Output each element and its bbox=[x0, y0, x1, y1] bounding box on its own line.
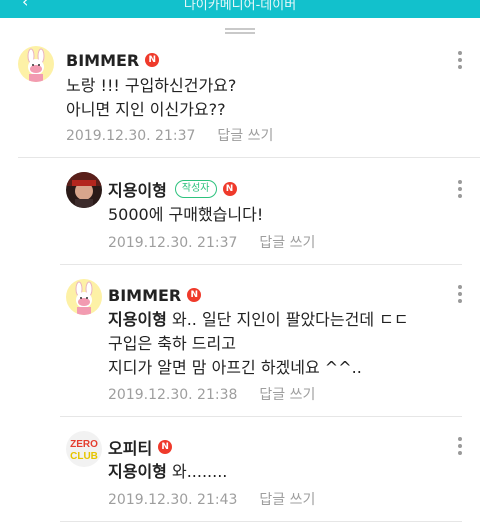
naver-badge-icon: N bbox=[222, 182, 237, 196]
comment-meta: 2019.12.30. 21:38 답글 쓰기 bbox=[108, 384, 315, 404]
writer-tag: 작성자 bbox=[174, 180, 217, 198]
reply-button[interactable]: 답글 쓰기 bbox=[259, 492, 315, 508]
comment-text: 5000에 구매했습니다! bbox=[108, 205, 264, 224]
avatar-bimmer[interactable] bbox=[18, 46, 54, 82]
avatar-bimmer[interactable] bbox=[66, 279, 102, 315]
more-options-icon[interactable] bbox=[456, 180, 464, 200]
zeroclub-logo-bottom: CLUB bbox=[70, 451, 98, 462]
naver-badge-icon: N bbox=[187, 288, 202, 302]
comment-date: 2019.12.30. 21:38 bbox=[108, 387, 238, 403]
naver-badge-icon: N bbox=[158, 440, 173, 454]
divider bbox=[60, 264, 462, 265]
divider bbox=[60, 416, 462, 417]
comment-author[interactable]: BIMMER bbox=[66, 51, 139, 70]
mention[interactable]: 지용이형 bbox=[108, 462, 167, 481]
avatar-writer[interactable] bbox=[66, 172, 102, 208]
reply-button[interactable]: 답글 쓰기 bbox=[259, 387, 315, 403]
comment-meta: 2019.12.30. 21:37 답글 쓰기 bbox=[66, 125, 273, 145]
divider bbox=[60, 521, 462, 522]
comment-author[interactable]: 지용이형 bbox=[108, 177, 167, 201]
divider bbox=[18, 157, 480, 158]
comment-text: 지용이형 와........ bbox=[108, 462, 228, 481]
reply-button[interactable]: 답글 쓰기 bbox=[259, 235, 315, 251]
more-options-icon[interactable] bbox=[456, 437, 464, 457]
comment-date: 2019.12.30. 21:43 bbox=[108, 492, 238, 508]
reply-button[interactable]: 답글 쓰기 bbox=[217, 128, 273, 144]
comment-date: 2019.12.30. 21:37 bbox=[66, 128, 196, 144]
more-options-icon[interactable] bbox=[456, 51, 464, 71]
avatar-zeroclub[interactable]: ZERO CLUB bbox=[66, 431, 102, 467]
more-options-icon[interactable] bbox=[456, 285, 464, 305]
sheet-handle[interactable] bbox=[225, 28, 255, 34]
comment-meta: 2019.12.30. 21:43 답글 쓰기 bbox=[108, 489, 315, 509]
zeroclub-logo-top: ZERO bbox=[70, 439, 98, 450]
page-title: 다이카메디어-데이버 bbox=[183, 0, 297, 13]
comment-date: 2019.12.30. 21:37 bbox=[108, 235, 238, 251]
comment-meta: 2019.12.30. 21:37 답글 쓰기 bbox=[108, 232, 315, 252]
comment-author[interactable]: 오피티 bbox=[108, 435, 152, 459]
top-bar: ‹ 다이카메디어-데이버 bbox=[0, 0, 480, 18]
mention[interactable]: 지용이형 bbox=[108, 310, 167, 329]
comment-text: 노랑 !!! 구입하신건가요? 아니면 지인 이신가요?? bbox=[66, 76, 237, 119]
comment-author[interactable]: BIMMER bbox=[108, 286, 181, 305]
naver-badge-icon: N bbox=[145, 53, 160, 67]
comment-text: 지용이형 와.. 일단 지인이 팔았다는건데 ㄷㄷ 구입은 축하 드리고 지디가… bbox=[108, 310, 409, 377]
